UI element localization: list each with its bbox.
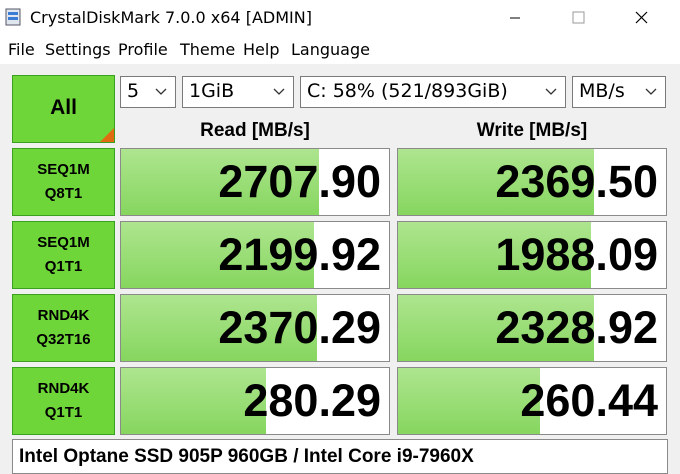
minimize-icon [510, 17, 520, 19]
test-label-line1: SEQ1M [37, 234, 90, 251]
test-button-seq1m-q1t1[interactable]: SEQ1M Q1T1 [12, 221, 115, 289]
drive-value: C: 58% (521/893GiB) [307, 80, 508, 102]
chevron-down-icon [645, 88, 657, 95]
title-bar: CrystalDiskMark 7.0.0 x64 [ADMIN] [0, 0, 680, 36]
menu-bar: File Settings Profile Theme Help Languag… [0, 36, 680, 64]
chevron-down-icon [273, 88, 285, 95]
count-value: 5 [127, 80, 140, 102]
write-result-rnd4k-q1t1: 260.44 [397, 367, 667, 435]
maximize-button[interactable] [555, 0, 601, 36]
window-title: CrystalDiskMark 7.0.0 x64 [ADMIN] [30, 8, 312, 27]
test-label-line2: Q32T16 [36, 331, 91, 348]
read-value: 2707.90 [218, 156, 381, 207]
read-header: Read [MB/s] [200, 120, 310, 141]
menu-profile[interactable]: Profile [118, 40, 168, 59]
write-value: 260.44 [520, 375, 658, 426]
read-value: 2370.29 [218, 302, 381, 353]
menu-settings[interactable]: Settings [45, 40, 111, 59]
size-select[interactable]: 1GiB [182, 76, 294, 108]
minimize-button[interactable] [492, 0, 538, 36]
test-label-line2: Q1T1 [44, 258, 83, 275]
write-result-rnd4k-q32t16: 2328.92 [397, 294, 667, 362]
write-value: 1988.09 [495, 229, 658, 280]
read-value: 280.29 [243, 375, 381, 426]
test-label-line2: Q8T1 [44, 185, 83, 202]
test-button-rnd4k-q1t1[interactable]: RND4K Q1T1 [12, 367, 115, 435]
maximize-icon [572, 11, 585, 24]
close-icon [635, 11, 648, 24]
read-value: 2199.92 [218, 229, 381, 280]
write-result-seq1m-q1t1: 1988.09 [397, 221, 667, 289]
read-result-seq1m-q1t1: 2199.92 [120, 221, 390, 289]
write-result-seq1m-q8t1: 2369.50 [397, 148, 667, 216]
drive-select[interactable]: C: 58% (521/893GiB) [300, 76, 566, 108]
write-value: 2328.92 [495, 302, 658, 353]
test-label-line1: RND4K [37, 380, 90, 397]
read-result-rnd4k-q1t1: 280.29 [120, 367, 390, 435]
all-button-label: All [50, 96, 77, 119]
write-value: 2369.50 [495, 156, 658, 207]
chevron-down-icon [155, 88, 167, 95]
read-result-seq1m-q8t1: 2707.90 [120, 148, 390, 216]
read-result-rnd4k-q32t16: 2370.29 [120, 294, 390, 362]
app-icon [5, 8, 21, 26]
menu-theme[interactable]: Theme [180, 40, 235, 59]
menu-help[interactable]: Help [243, 40, 279, 59]
menu-file[interactable]: File [8, 40, 35, 59]
test-label-line1: SEQ1M [37, 161, 90, 178]
comment-text: Intel Optane SSD 905P 960GB / Intel Core… [19, 446, 474, 467]
close-button[interactable] [618, 0, 664, 36]
unit-select[interactable]: MB/s [572, 76, 666, 108]
test-label-line1: RND4K [37, 307, 90, 324]
unit-value: MB/s [579, 80, 625, 102]
test-label-line2: Q1T1 [44, 404, 83, 421]
corner-marker [100, 128, 114, 142]
chevron-down-icon [545, 88, 557, 95]
all-button[interactable]: All [12, 75, 115, 143]
menu-language[interactable]: Language [291, 40, 370, 59]
test-button-rnd4k-q32t16[interactable]: RND4K Q32T16 [12, 294, 115, 362]
size-value: 1GiB [189, 80, 235, 102]
comment-field[interactable]: Intel Optane SSD 905P 960GB / Intel Core… [12, 439, 668, 474]
write-bar-fill [398, 368, 541, 434]
count-select[interactable]: 5 [120, 76, 176, 108]
test-button-seq1m-q8t1[interactable]: SEQ1M Q8T1 [12, 148, 115, 216]
write-header: Write [MB/s] [476, 120, 588, 141]
